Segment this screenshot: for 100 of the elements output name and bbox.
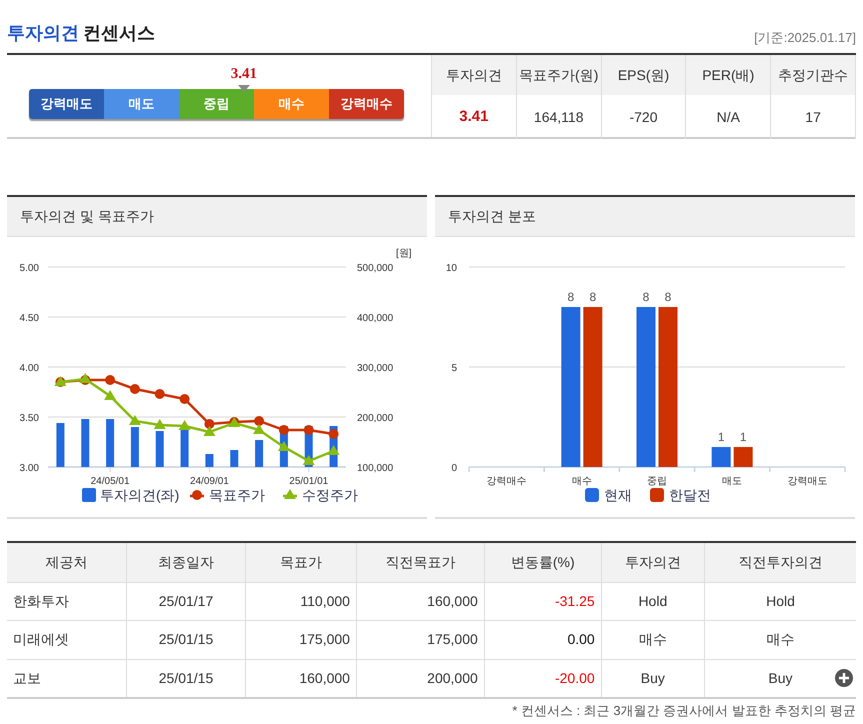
data-label: 1 xyxy=(740,430,747,444)
summary-value: -720 xyxy=(602,95,686,139)
table-cell: 0.00 xyxy=(484,620,602,659)
bar xyxy=(56,423,64,467)
table-cell: Buy xyxy=(768,670,793,686)
table-cell: Hold xyxy=(704,582,856,620)
table-cell: 175,000 xyxy=(245,620,356,659)
data-point xyxy=(278,441,290,451)
base-date: [기준:2025.01.17] xyxy=(754,28,856,47)
table-cell: 200,000 xyxy=(356,659,484,698)
axis-label: 매도 xyxy=(722,476,742,487)
unit-label: [원] xyxy=(396,248,412,259)
data-point xyxy=(302,455,315,465)
axis-label: 25/01/01 xyxy=(289,476,328,487)
summary-value: 17 xyxy=(771,95,856,139)
column-header: 추정기관수 xyxy=(771,55,856,95)
table-cell: Hold xyxy=(601,582,704,620)
axis-label: 100,000 xyxy=(357,463,394,474)
gauge-segment: 매도 xyxy=(104,89,179,119)
column-header: 목표주가(원) xyxy=(516,55,602,95)
table-cell: 매수 xyxy=(601,620,704,659)
data-point xyxy=(328,429,339,439)
axis-label: 강력매수 xyxy=(486,476,527,487)
gauge-segment: 강력매수 xyxy=(329,89,404,119)
table-cell: 한화투자 xyxy=(7,582,127,620)
gauge-segment: 매수 xyxy=(254,89,329,119)
data-label: 8 xyxy=(664,290,672,304)
axis-label: 4.50 xyxy=(20,313,39,324)
axis-label: 3.00 xyxy=(20,463,39,474)
axis-label: 400,000 xyxy=(357,313,394,324)
legend-label: 목표주가 xyxy=(209,487,265,503)
axis-label: 200,000 xyxy=(357,413,394,424)
table-cell: -20.00 xyxy=(484,659,602,698)
table-cell: 매수 xyxy=(704,620,856,659)
bar xyxy=(734,447,753,467)
data-point xyxy=(203,426,216,436)
data-point xyxy=(105,375,116,385)
data-point xyxy=(154,419,166,429)
table-cell: 160,000 xyxy=(356,582,484,620)
section-title: 투자의견 xyxy=(7,23,79,43)
axis-label: 매수 xyxy=(572,476,592,487)
bar xyxy=(255,440,264,467)
more-button[interactable] xyxy=(835,669,853,687)
table-cell: 25/01/15 xyxy=(126,659,246,698)
bar xyxy=(712,447,731,467)
legend-label: 수정주가 xyxy=(302,487,358,503)
table-cell: 160,000 xyxy=(245,659,356,698)
legend-label: 투자의견(좌) xyxy=(100,487,180,503)
bar xyxy=(106,419,114,467)
section-title: 컨센서스 xyxy=(82,23,155,43)
gauge-segment: 중립 xyxy=(179,89,254,119)
legend-label: 현재 xyxy=(604,487,632,503)
data-point xyxy=(130,384,140,394)
data-point xyxy=(128,415,141,425)
column-header: 투자의견 xyxy=(601,542,704,582)
data-label: 8 xyxy=(567,290,574,304)
bar xyxy=(230,450,238,467)
data-point xyxy=(328,445,340,455)
table-cell: 110,000 xyxy=(245,582,356,620)
data-point xyxy=(304,425,314,435)
legend-label: 한달전 xyxy=(669,487,711,503)
axis-label: 3.50 xyxy=(20,413,39,424)
column-header: 최종일자 xyxy=(126,542,246,582)
summary-value: 3.41 xyxy=(432,95,517,139)
bar xyxy=(130,427,139,467)
column-header: 직전목표가 xyxy=(356,542,484,582)
axis-label: 300,000 xyxy=(357,363,394,374)
data-point xyxy=(154,389,165,399)
data-label: 8 xyxy=(589,290,596,304)
table-cell: 25/01/17 xyxy=(126,582,246,620)
axis-label: 중립 xyxy=(647,476,667,487)
table-cell: 교보 xyxy=(7,659,127,698)
bar xyxy=(205,454,214,467)
column-header: 목표가 xyxy=(245,542,356,582)
summary-value: 164,118 xyxy=(516,95,602,139)
data-point xyxy=(278,425,289,435)
column-header: 변동률(%) xyxy=(484,542,602,582)
data-point xyxy=(178,420,191,430)
gauge-value: 3.41 xyxy=(230,65,257,84)
plus-icon xyxy=(835,669,853,687)
axis-label: 4.00 xyxy=(20,363,39,374)
column-header: PER(배) xyxy=(686,55,772,95)
bar xyxy=(180,429,189,467)
gauge-segment: 강력매도 xyxy=(29,89,104,119)
table-cell: 175,000 xyxy=(356,620,484,659)
data-point xyxy=(204,419,214,429)
axis-label: 5.00 xyxy=(20,263,39,274)
bar xyxy=(156,431,164,467)
table-cell: 25/01/15 xyxy=(126,620,246,659)
table-cell: 미래에셋 xyxy=(7,620,127,659)
data-point xyxy=(104,390,116,400)
data-point xyxy=(253,424,266,434)
summary-value: N/A xyxy=(686,95,772,139)
column-header: 직전투자의견 xyxy=(704,542,856,582)
footnote: * 컨센서스 : 최근 3개월간 증권사에서 발표한 추정치의 평균 xyxy=(511,702,856,720)
column-header: 제공처 xyxy=(7,542,127,582)
axis-label: 10 xyxy=(446,263,457,274)
axis-label: 500,000 xyxy=(357,263,394,274)
axis-label: 0 xyxy=(451,463,457,474)
table-cell: Buy xyxy=(601,659,704,698)
